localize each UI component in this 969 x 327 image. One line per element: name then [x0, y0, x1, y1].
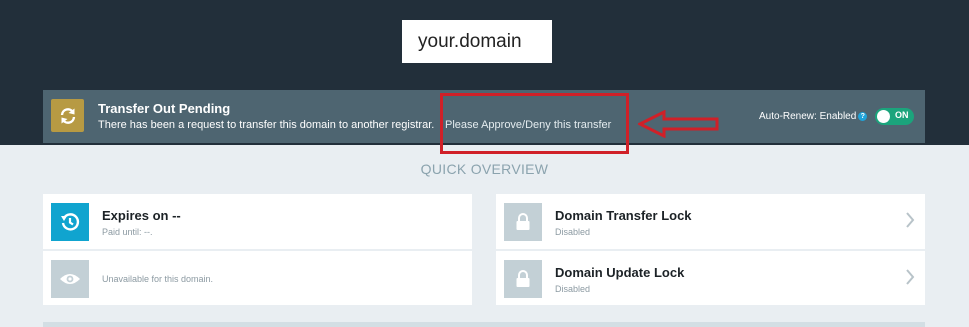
auto-renew-toggle[interactable]: ON: [875, 108, 914, 125]
section-divider: [43, 322, 925, 327]
toggle-label: ON: [895, 110, 909, 120]
domain-name: your.domain: [418, 30, 522, 52]
domain-transfer-lock-card[interactable]: Domain Transfer Lock Disabled: [496, 194, 925, 249]
domain-update-lock-card[interactable]: Domain Update Lock Disabled: [496, 251, 925, 305]
transfer-lock-title: Domain Transfer Lock: [555, 208, 692, 223]
lock-icon: [504, 260, 542, 298]
toggle-knob: [877, 110, 890, 123]
banner-title: Transfer Out Pending: [98, 101, 231, 116]
expires-title: Expires on --: [102, 208, 181, 223]
annotation-highlight-box: [440, 93, 629, 154]
expires-card: Expires on -- Paid until: --.: [43, 194, 472, 249]
help-icon[interactable]: ?: [858, 112, 868, 121]
quick-overview-title: QUICK OVERVIEW: [420, 161, 549, 177]
chevron-right-icon: [906, 212, 915, 228]
domain-name-box: your.domain: [402, 20, 552, 63]
lock-icon: [504, 203, 542, 241]
update-lock-title: Domain Update Lock: [555, 265, 685, 280]
refresh-icon: [51, 99, 84, 132]
clock-history-icon: [51, 203, 89, 241]
transfer-lock-status: Disabled: [555, 227, 591, 237]
chevron-right-icon: [906, 269, 915, 285]
eye-icon: [51, 260, 89, 298]
annotation-arrow-icon: [638, 110, 719, 138]
auto-renew-label: Auto-Renew: Enabled: [759, 111, 857, 122]
privacy-card: Unavailable for this domain.: [43, 251, 472, 305]
banner-message: There has been a request to transfer thi…: [98, 119, 435, 131]
update-lock-status: Disabled: [555, 284, 591, 294]
paid-until-text: Paid until: --.: [102, 227, 153, 237]
auto-renew-status: Auto-Renew: Enabled ?: [759, 111, 868, 122]
privacy-unavailable-text: Unavailable for this domain.: [102, 274, 214, 284]
